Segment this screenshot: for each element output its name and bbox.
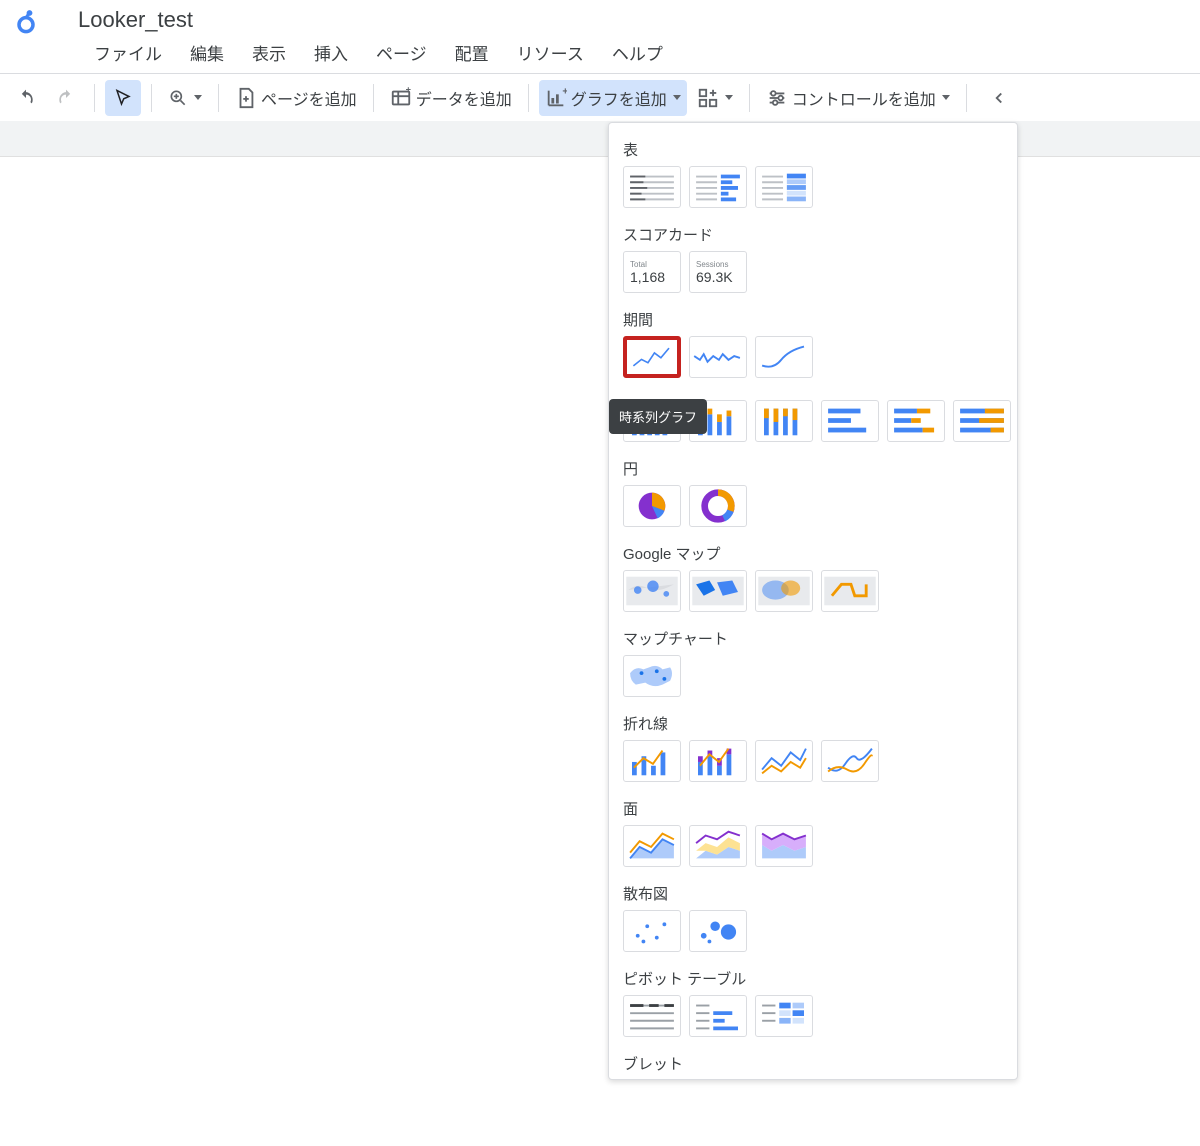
scorecard-label: Sessions [696,260,740,269]
section-pivot: ピボット テーブル [609,956,1017,995]
menu-help[interactable]: ヘルプ [598,38,677,67]
chart-option-line[interactable] [755,740,813,782]
chart-option-sparkline[interactable] [689,336,747,378]
chart-option-100-stacked-column[interactable] [755,400,813,442]
caret-down-icon [725,95,733,100]
chart-option-gmap-heatmap[interactable] [755,570,813,612]
chart-option-combo[interactable] [623,740,681,782]
select-tool-button[interactable] [105,80,141,116]
section-scorecard: スコアカード [609,212,1017,251]
menu-insert[interactable]: 挿入 [300,38,362,67]
community-viz-dropdown[interactable] [691,80,739,116]
chart-option-stacked-combo[interactable] [689,740,747,782]
svg-text:+: + [562,87,567,97]
chart-option-gmap-filled[interactable] [689,570,747,612]
tooltip: 時系列グラフ [609,399,707,434]
chart-option-table[interactable] [623,166,681,208]
chart-option-table-heatmap[interactable] [755,166,813,208]
chart-option-pie[interactable] [623,485,681,527]
section-table: 表 [609,127,1017,166]
section-scatter: 散布図 [609,871,1017,910]
section-bullet: ブレット [609,1041,1017,1079]
chart-option-timeseries[interactable] [623,336,681,378]
scorecard-value: 1,168 [630,269,674,285]
chart-option-geo-chart[interactable] [623,655,681,697]
chart-option-scatter[interactable] [623,910,681,952]
section-pie: 円 [609,446,1017,485]
chart-option-scorecard[interactable]: Total 1,168 [623,251,681,293]
looker-studio-logo-icon [12,6,40,34]
chart-option-area[interactable] [623,825,681,867]
add-chart-dropdown[interactable]: + グラフを追加 [539,80,687,116]
chart-option-pivot-table[interactable] [623,995,681,1037]
chart-option-scorecard-compact[interactable]: Sessions 69.3K [689,251,747,293]
caret-down-icon [673,95,681,100]
menu-resource[interactable]: リソース [503,38,598,67]
section-geo-chart: マップチャート [609,616,1017,655]
chart-option-smoothed-line[interactable] [821,740,879,782]
chart-type-panel: 表 スコアカード Total 1,168 Sessions 69.3K 期間 時… [608,122,1018,1080]
chart-option-table-bars[interactable] [689,166,747,208]
chart-option-smoothed-timeseries[interactable] [755,336,813,378]
menu-bar: ファイル 編集 表示 挿入 ページ 配置 リソース ヘルプ [12,34,1200,73]
menu-page[interactable]: ページ [362,38,441,67]
chart-option-pivot-bars[interactable] [689,995,747,1037]
zoom-dropdown[interactable] [162,80,208,116]
add-data-button[interactable]: + データを追加 [384,80,518,116]
redo-button[interactable] [48,80,84,116]
menu-view[interactable]: 表示 [238,38,300,67]
chart-option-stacked-bar[interactable] [887,400,945,442]
chart-option-gmap-bubble[interactable] [623,570,681,612]
toolbar: ページを追加 + データを追加 + グラフを追加 コントロールを追加 [0,73,1200,121]
document-title[interactable]: Looker_test [78,7,193,33]
section-area: 面 [609,786,1017,825]
chart-option-gmap-line[interactable] [821,570,879,612]
menu-edit[interactable]: 編集 [176,38,238,67]
menu-file[interactable]: ファイル [80,38,176,67]
scorecard-label: Total [630,260,674,269]
add-control-dropdown[interactable]: コントロールを追加 [760,80,956,116]
caret-down-icon [942,95,950,100]
chart-option-100-stacked-bar[interactable] [953,400,1011,442]
undo-button[interactable] [8,80,44,116]
chart-option-donut[interactable] [689,485,747,527]
section-google-maps: Google マップ [609,531,1017,570]
chart-option-bubble[interactable] [689,910,747,952]
chart-option-pivot-heatmap[interactable] [755,995,813,1037]
section-timeseries: 期間 [609,297,1017,336]
chart-option-100-stacked-area[interactable] [755,825,813,867]
canvas-ruler-strip [0,121,1200,157]
toolbar-overflow-button[interactable] [981,80,1017,116]
caret-down-icon [194,95,202,100]
svg-text:+: + [405,87,410,95]
scorecard-value: 69.3K [696,269,740,285]
add-page-button[interactable]: ページを追加 [229,80,363,116]
menu-arrange[interactable]: 配置 [441,38,503,67]
chart-option-bar[interactable] [821,400,879,442]
section-line: 折れ線 [609,701,1017,740]
chart-option-stacked-area[interactable] [689,825,747,867]
header: Looker_test ファイル 編集 表示 挿入 ページ 配置 リソース ヘル… [0,0,1200,73]
